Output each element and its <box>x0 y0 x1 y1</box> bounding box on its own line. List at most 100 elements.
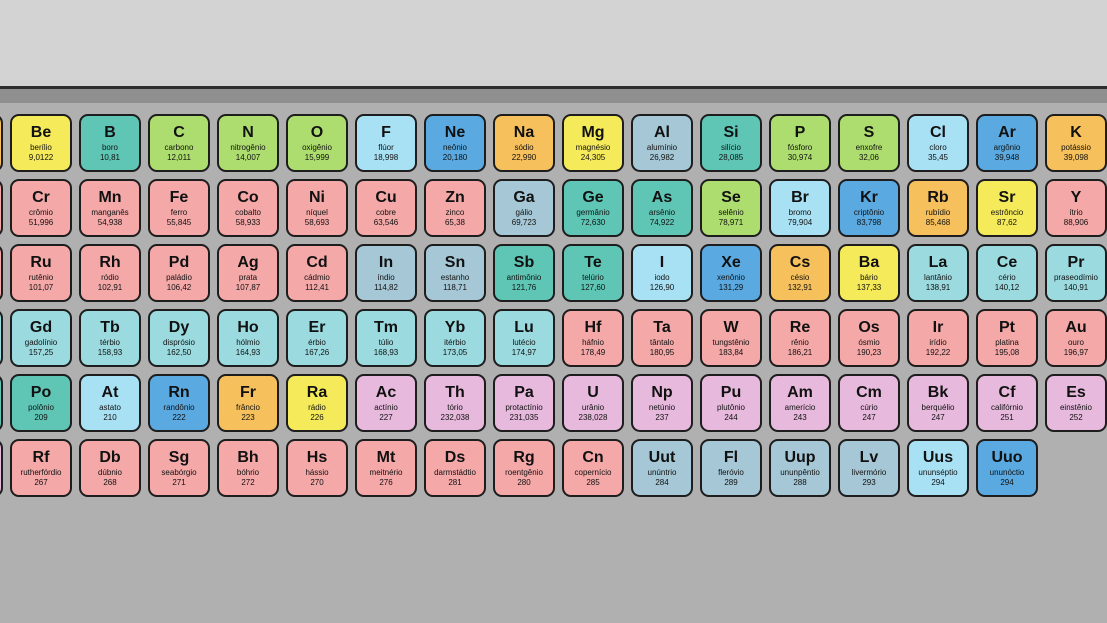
element-tile-cd[interactable]: Cd cádmio 112,41 <box>286 244 348 302</box>
element-tile-ni[interactable]: Ni níquel 58,693 <box>286 179 348 237</box>
element-tile-rn[interactable]: Rn randônio 222 <box>148 374 210 432</box>
element-tile-cf[interactable]: Cf califórnio 251 <box>976 374 1038 432</box>
element-tile-sg[interactable]: Sg seabórgio 271 <box>148 439 210 497</box>
element-tile-p[interactable]: Pfósforo 30,974 <box>769 114 831 172</box>
element-tile-partial[interactable] <box>0 114 3 172</box>
element-tile-ds[interactable]: Ds darmstádtio 281 <box>424 439 486 497</box>
element-tile-ag[interactable]: Ag prata 107,87 <box>217 244 279 302</box>
element-tile-dy[interactable]: Dy disprósio 162,50 <box>148 309 210 367</box>
element-tile-br[interactable]: Br bromo 79,904 <box>769 179 831 237</box>
element-tile-la[interactable]: La lantânio 138,91 <box>907 244 969 302</box>
element-tile-ga[interactable]: Ga gálio 69,723 <box>493 179 555 237</box>
element-tile-os[interactable]: Os ósmio 190,23 <box>838 309 900 367</box>
element-tile-bh[interactable]: Bh bóhrio 272 <box>217 439 279 497</box>
element-tile-lu[interactable]: Lu lutécio 174,97 <box>493 309 555 367</box>
element-tile-mg[interactable]: Mg magnésio 24,305 <box>562 114 624 172</box>
element-tile-mn[interactable]: Mn manganês 54,938 <box>79 179 141 237</box>
element-tile-w[interactable]: Wtungstênio 183,84 <box>700 309 762 367</box>
element-tile-f[interactable]: Fflúor 18,998 <box>355 114 417 172</box>
element-tile-ce[interactable]: Ce cério 140,12 <box>976 244 1038 302</box>
element-tile-s[interactable]: Senxofre 32,06 <box>838 114 900 172</box>
element-tile-al[interactable]: Al alumínio 26,982 <box>631 114 693 172</box>
element-tile-cm[interactable]: Cm cúrio 247 <box>838 374 900 432</box>
element-tile-uup[interactable]: Uup ununpêntio 288 <box>769 439 831 497</box>
element-tile-po[interactable]: Po polônio 209 <box>10 374 72 432</box>
element-tile-be[interactable]: Be berílio 9,0122 <box>10 114 72 172</box>
element-tile-np[interactable]: Np netúnio 237 <box>631 374 693 432</box>
element-tile-sr[interactable]: Sr estrôncio 87,62 <box>976 179 1038 237</box>
element-tile-yb[interactable]: Yb itérbio 173,05 <box>424 309 486 367</box>
element-tile-partial[interactable] <box>0 179 3 237</box>
element-tile-c[interactable]: Ccarbono 12,011 <box>148 114 210 172</box>
element-tile-kr[interactable]: Kr criptônio 83,798 <box>838 179 900 237</box>
element-tile-si[interactable]: Si silício 28,085 <box>700 114 762 172</box>
element-tile-as[interactable]: As arsênio 74,922 <box>631 179 693 237</box>
element-tile-ru[interactable]: Ru rutênio 101,07 <box>10 244 72 302</box>
element-tile-ta[interactable]: Ta tântalo 180,95 <box>631 309 693 367</box>
element-tile-xe[interactable]: Xe xenônio 131,29 <box>700 244 762 302</box>
element-tile-ne[interactable]: Ne neônio 20,180 <box>424 114 486 172</box>
element-tile-te[interactable]: Te telúrio 127,60 <box>562 244 624 302</box>
element-tile-rh[interactable]: Rh ródio 102,91 <box>79 244 141 302</box>
element-tile-sn[interactable]: Sn estanho 118,71 <box>424 244 486 302</box>
element-tile-fe[interactable]: Fe ferro 55,845 <box>148 179 210 237</box>
element-tile-tm[interactable]: Tm túlio 168,93 <box>355 309 417 367</box>
element-tile-pa[interactable]: Pa protactínio 231,035 <box>493 374 555 432</box>
element-tile-rb[interactable]: Rb rubídio 85,468 <box>907 179 969 237</box>
element-tile-partial[interactable] <box>0 374 3 432</box>
element-tile-cs[interactable]: Cs césio 132,91 <box>769 244 831 302</box>
element-tile-hf[interactable]: Hf háfnio 178,49 <box>562 309 624 367</box>
element-tile-pt[interactable]: Pt platina 195,08 <box>976 309 1038 367</box>
element-tile-rg[interactable]: Rg roentgênio 280 <box>493 439 555 497</box>
element-tile-cl[interactable]: Cl cloro 35,45 <box>907 114 969 172</box>
element-tile-am[interactable]: Am amerício 243 <box>769 374 831 432</box>
element-tile-at[interactable]: At astato 210 <box>79 374 141 432</box>
element-tile-tb[interactable]: Tb térbio 158,93 <box>79 309 141 367</box>
element-tile-partial[interactable] <box>0 309 3 367</box>
element-tile-ra[interactable]: Ra rádio 226 <box>286 374 348 432</box>
element-tile-gd[interactable]: Gd gadolínio 157,25 <box>10 309 72 367</box>
element-tile-zn[interactable]: Zn zinco 65,38 <box>424 179 486 237</box>
element-tile-rf[interactable]: Rf rutherfórdio 267 <box>10 439 72 497</box>
element-tile-bk[interactable]: Bk berquélio 247 <box>907 374 969 432</box>
element-tile-ba[interactable]: Ba bário 137,33 <box>838 244 900 302</box>
element-tile-u[interactable]: Uurânio 238,028 <box>562 374 624 432</box>
element-tile-cn[interactable]: Cn copernício 285 <box>562 439 624 497</box>
element-tile-fl[interactable]: Fl fleróvio 289 <box>700 439 762 497</box>
element-tile-th[interactable]: Th tório 232,038 <box>424 374 486 432</box>
element-tile-au[interactable]: Au ouro 196,97 <box>1045 309 1107 367</box>
element-tile-ir[interactable]: Ir irídio 192,22 <box>907 309 969 367</box>
element-tile-cu[interactable]: Cu cobre 63,546 <box>355 179 417 237</box>
element-tile-lv[interactable]: Lv livermório 293 <box>838 439 900 497</box>
element-tile-es[interactable]: Es einstênio 252 <box>1045 374 1107 432</box>
element-tile-hs[interactable]: Hs hássio 270 <box>286 439 348 497</box>
element-tile-er[interactable]: Er érbio 167,26 <box>286 309 348 367</box>
element-tile-uut[interactable]: Uut unúntrio 284 <box>631 439 693 497</box>
element-tile-uus[interactable]: Uus ununséptio 294 <box>907 439 969 497</box>
element-tile-sb[interactable]: Sb antimônio 121,76 <box>493 244 555 302</box>
element-tile-db[interactable]: Db dúbnio 268 <box>79 439 141 497</box>
element-tile-n[interactable]: Nnitrogênio 14,007 <box>217 114 279 172</box>
element-tile-partial[interactable] <box>0 244 3 302</box>
element-tile-k[interactable]: Kpotássio 39,098 <box>1045 114 1107 172</box>
element-tile-se[interactable]: Se selênio 78,971 <box>700 179 762 237</box>
element-tile-y[interactable]: Yítrio 88,906 <box>1045 179 1107 237</box>
element-tile-ac[interactable]: Ac actínio 227 <box>355 374 417 432</box>
element-tile-b[interactable]: Bboro 10,81 <box>79 114 141 172</box>
element-tile-fr[interactable]: Fr frâncio 223 <box>217 374 279 432</box>
element-tile-uuo[interactable]: Uuo ununóctio 294 <box>976 439 1038 497</box>
element-tile-pd[interactable]: Pd paládio 106,42 <box>148 244 210 302</box>
element-tile-ho[interactable]: Ho hólmio 164,93 <box>217 309 279 367</box>
element-tile-cr[interactable]: Cr crômio 51,996 <box>10 179 72 237</box>
element-tile-o[interactable]: Ooxigênio 15,999 <box>286 114 348 172</box>
element-tile-co[interactable]: Co cobalto 58,933 <box>217 179 279 237</box>
element-tile-partial[interactable] <box>0 439 3 497</box>
element-tile-i[interactable]: Iiodo 126,90 <box>631 244 693 302</box>
element-tile-ar[interactable]: Ar argônio 39,948 <box>976 114 1038 172</box>
element-tile-pu[interactable]: Pu plutônio 244 <box>700 374 762 432</box>
element-tile-ge[interactable]: Ge germânio 72,630 <box>562 179 624 237</box>
element-tile-in[interactable]: In índio 114,82 <box>355 244 417 302</box>
element-tile-mt[interactable]: Mt meitnério 276 <box>355 439 417 497</box>
element-tile-pr[interactable]: Pr praseodímio 140,91 <box>1045 244 1107 302</box>
element-tile-na[interactable]: Na sódio 22,990 <box>493 114 555 172</box>
